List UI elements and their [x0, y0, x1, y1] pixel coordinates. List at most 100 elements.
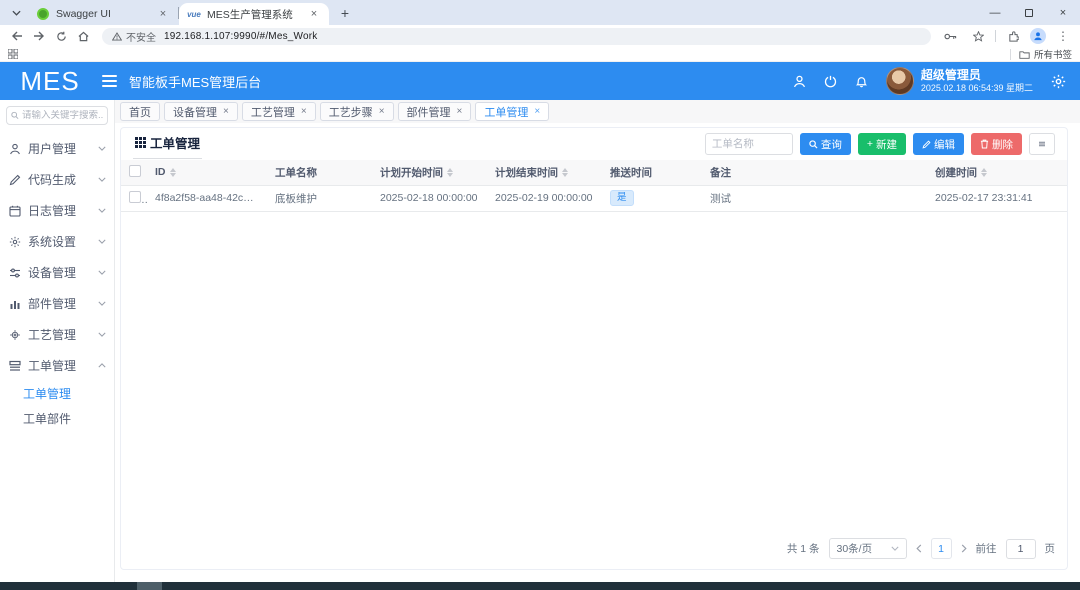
sidebar-search[interactable] [6, 106, 108, 125]
pagination: 共 1 条 30条/页 1 前往 页 [121, 530, 1067, 569]
main-area: 首页 设备管理× 工艺管理× 工艺步骤× 部件管理× 工单管理× 工单管理 [115, 100, 1080, 582]
next-page-button[interactable] [961, 544, 967, 553]
toolbar-right: ⋮ [939, 27, 1074, 45]
workorder-table: ID 工单名称 计划开始时间 计划结束时间 推送时间 备注 创建时间 4f8a [121, 160, 1067, 212]
sliders-icon [9, 267, 21, 279]
close-icon[interactable]: × [379, 106, 385, 117]
close-window-button[interactable]: × [1046, 0, 1080, 25]
cell-remark: 测试 [702, 185, 927, 211]
close-icon[interactable]: × [223, 106, 229, 117]
sidebar-collapse-icon[interactable] [102, 75, 117, 87]
logout-power-icon[interactable] [824, 75, 837, 88]
sidebar-item-process[interactable]: 工艺管理 [0, 319, 114, 350]
home-icon[interactable] [72, 27, 94, 45]
page-unit-label: 页 [1045, 541, 1056, 556]
col-start[interactable]: 计划开始时间 [372, 160, 487, 185]
close-icon[interactable]: × [457, 106, 463, 117]
goto-page-input[interactable] [1006, 539, 1036, 559]
cell-name: 底板维护 [267, 185, 372, 211]
goto-label: 前往 [976, 541, 997, 556]
notification-bell-icon[interactable] [855, 75, 868, 88]
sidebar-item-workorders[interactable]: 工单管理 [0, 350, 114, 381]
search-button[interactable]: 查询 [800, 133, 851, 155]
submenu-item-workorder-mgmt[interactable]: 工单管理 [0, 381, 114, 406]
profile-avatar[interactable] [1030, 28, 1046, 44]
card-title: 工单管理 [133, 129, 202, 159]
close-tab-icon[interactable]: × [307, 7, 321, 21]
workorder-name-input[interactable] [705, 133, 793, 155]
close-icon[interactable]: × [534, 106, 540, 117]
sort-icon[interactable] [981, 168, 987, 177]
maximize-button[interactable] [1012, 0, 1046, 25]
page-size-select[interactable]: 30条/页 [829, 538, 907, 559]
minimize-button[interactable]: — [978, 0, 1012, 25]
pencil-icon [9, 174, 21, 186]
edit-button[interactable]: 编辑 [913, 133, 964, 155]
grid-icon [135, 137, 146, 148]
browser-tab-mes[interactable]: vue MES生产管理系统 × [179, 3, 329, 25]
password-key-icon[interactable] [939, 27, 961, 45]
pencil-icon [922, 140, 931, 149]
all-bookmarks-label: 所有书签 [1034, 47, 1072, 61]
close-tab-icon[interactable]: × [156, 7, 170, 21]
page-number-button[interactable]: 1 [931, 538, 952, 559]
submenu-item-workorder-parts[interactable]: 工单部件 [0, 406, 114, 431]
sidebar-item-system-settings[interactable]: 系统设置 [0, 226, 114, 257]
col-id[interactable]: ID [147, 160, 267, 185]
user-icon[interactable] [793, 75, 806, 88]
app-title: 智能板手MES管理后台 [129, 72, 261, 91]
window-controls: — × [978, 0, 1080, 25]
sidebar-item-devices[interactable]: 设备管理 [0, 257, 114, 288]
cell-pushed: 是 [602, 185, 702, 211]
plus-icon: + [867, 138, 873, 150]
tab-search-button[interactable] [8, 4, 25, 21]
col-created[interactable]: 创建时间 [927, 160, 1067, 185]
apps-grid-icon[interactable] [8, 49, 18, 59]
user-box[interactable]: 超级管理员 2025.02.18 06:54:39 星期二 [886, 67, 1033, 95]
all-bookmarks-button[interactable]: 所有书签 [1010, 49, 1072, 60]
close-icon[interactable]: × [301, 106, 307, 117]
chevron-up-icon [98, 363, 106, 368]
scrollbar-thumb[interactable] [137, 582, 162, 590]
sidebar-item-logs[interactable]: 日志管理 [0, 195, 114, 226]
address-bar[interactable]: 不安全 192.168.1.107:9990/#/Mes_Work [102, 28, 931, 45]
user-avatar[interactable] [886, 67, 914, 95]
prev-page-button[interactable] [916, 544, 922, 553]
browser-tab-swagger[interactable]: Swagger UI × [28, 3, 178, 25]
table-row[interactable]: 4f8a2f58-aa48-42cd-aaff-... 底板维护 2025-02… [121, 185, 1067, 211]
sidebar-item-users[interactable]: 用户管理 [0, 133, 114, 164]
cell-created: 2025-02-17 23:31:41 [927, 185, 1067, 211]
sidebar-search-input[interactable] [22, 110, 103, 121]
delete-button[interactable]: 删除 [971, 133, 1022, 155]
tab-devices[interactable]: 设备管理× [164, 102, 238, 121]
column-settings-button[interactable] [1029, 133, 1055, 155]
swagger-favicon [36, 7, 50, 21]
row-checkbox[interactable] [129, 191, 141, 203]
workorder-submenu: 工单管理 工单部件 [0, 381, 114, 431]
sort-icon[interactable] [447, 168, 453, 177]
sort-icon[interactable] [562, 168, 568, 177]
col-end[interactable]: 计划结束时间 [487, 160, 602, 185]
tab-parts[interactable]: 部件管理× [398, 102, 472, 121]
tab-process[interactable]: 工艺管理× [242, 102, 316, 121]
forward-icon[interactable] [28, 27, 50, 45]
chevron-down-icon [98, 208, 106, 213]
new-tab-button[interactable]: + [335, 3, 355, 23]
reload-icon[interactable] [50, 27, 72, 45]
browser-tab-title: Swagger UI [56, 8, 156, 20]
tab-process-steps[interactable]: 工艺步骤× [320, 102, 394, 121]
tab-home[interactable]: 首页 [120, 102, 160, 121]
sidebar-item-codegen[interactable]: 代码生成 [0, 164, 114, 195]
select-all-checkbox[interactable] [129, 165, 141, 177]
settings-gear-icon[interactable] [1051, 74, 1066, 89]
browser-menu-icon[interactable]: ⋮ [1052, 27, 1074, 45]
sort-icon[interactable] [170, 168, 176, 177]
card-toolbar: 查询 + 新建 编辑 删除 [705, 133, 1055, 155]
cog-icon [9, 329, 21, 341]
extensions-icon[interactable] [1002, 27, 1024, 45]
sidebar-item-parts[interactable]: 部件管理 [0, 288, 114, 319]
back-icon[interactable] [6, 27, 28, 45]
tab-workorders[interactable]: 工单管理× [475, 102, 549, 121]
bookmark-star-icon[interactable] [967, 27, 989, 45]
create-button[interactable]: + 新建 [858, 133, 906, 155]
